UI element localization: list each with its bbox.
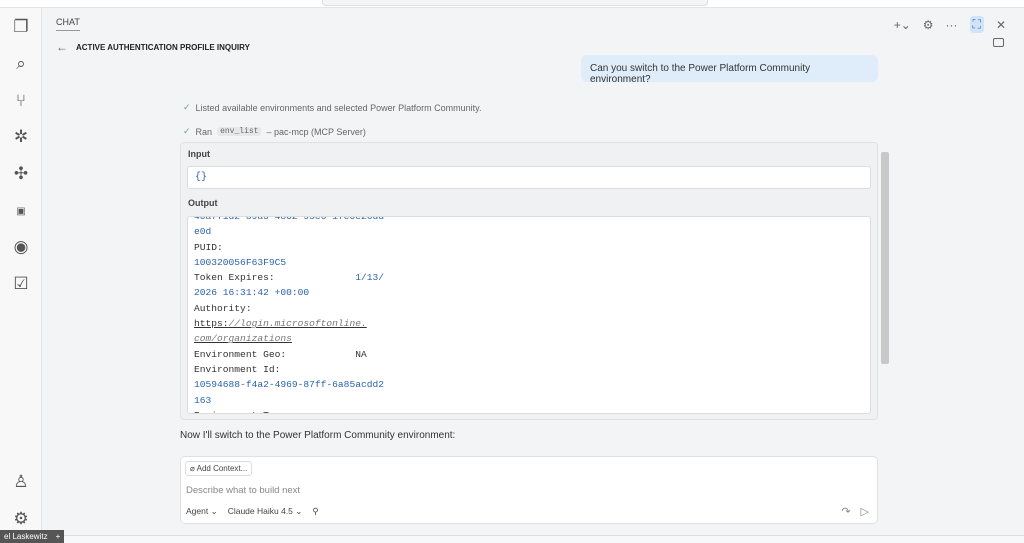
output-line: Authority:: [194, 302, 252, 314]
output-line: 2026 16:31:42 +00:00: [194, 287, 310, 299]
output-line: 10594688-f4a2-4969-87ff-6a85acdd2: [194, 379, 384, 391]
output-line: https://login.microsoftonline.: [194, 316, 384, 331]
input-label: Input: [188, 149, 210, 159]
maximize-icon[interactable]: ⛶: [969, 16, 984, 33]
new-chat-plus-icon[interactable]: +⌄: [894, 18, 911, 32]
output-line: 40a771d2-89a5-4802-95c6-17c0e26dd: [194, 216, 384, 222]
user-message: Can you switch to the Power Platform Com…: [581, 55, 878, 85]
status-bar: [0, 535, 1024, 543]
command-center-search[interactable]: [322, 0, 708, 6]
mode-label: Agent: [186, 506, 209, 516]
send-icon[interactable]: ▷: [861, 505, 869, 518]
testing-icon[interactable]: ☑: [10, 273, 32, 295]
output-line: com/organizations: [194, 331, 384, 346]
step-prefix: Ran: [195, 126, 213, 137]
output-label: Output: [188, 198, 218, 208]
gear-icon[interactable]: ⚙: [923, 18, 934, 32]
check-icon: ✓: [183, 126, 191, 136]
output-line: Environment Type:: [194, 408, 384, 413]
output-line: e0d: [194, 226, 212, 238]
session-title: ACTIVE AUTHENTICATION PROFILE INQUIRY: [76, 42, 250, 52]
github-icon[interactable]: ◉: [10, 236, 32, 258]
debug-icon[interactable]: ✲: [10, 126, 32, 148]
output-line: Environment Geo: NA: [194, 348, 367, 360]
chat-input[interactable]: Describe what to build next: [186, 485, 300, 496]
devtools-icon[interactable]: ▣: [10, 200, 32, 222]
assistant-message: Now I'll switch to the Power Platform Co…: [180, 430, 456, 441]
account-icon[interactable]: ♙: [10, 471, 32, 493]
back-arrow-icon[interactable]: ←: [56, 40, 68, 54]
output-line: PUID:: [194, 241, 223, 253]
output-line: Token Expires: 1/13/: [194, 272, 384, 284]
user-overlay: el Laskewitz +: [0, 530, 65, 543]
chat-title-bar: ← ACTIVE AUTHENTICATION PROFILE INQUIRY: [56, 40, 250, 54]
activity-bar: ❐ ⌕ ⑂ ✲ ✣ ▣ ◉ ☑ ♙ ⚙: [0, 8, 42, 535]
chat-tab[interactable]: CHAT: [56, 17, 80, 31]
step-listed: ✓ Listed available environments and sele…: [183, 102, 482, 113]
toggle-panel-icon[interactable]: [993, 38, 1004, 47]
source-control-icon[interactable]: ⑂: [10, 90, 32, 112]
tool-input: {}: [187, 166, 871, 189]
authority-link[interactable]: https://login.microsoftonline.: [194, 318, 367, 329]
extensions-icon[interactable]: ✣: [10, 163, 32, 185]
output-line: 163: [194, 394, 212, 406]
add-context-label: Add Context...: [196, 464, 248, 473]
output-line: Environment Id:: [194, 363, 281, 375]
tool-call-details: Input {} Output 40a771d2-89a5-4802-95c6-…: [180, 142, 878, 420]
check-icon: ✓: [183, 102, 191, 112]
model-picker[interactable]: Claude Haiku 4.5 ⌄: [228, 506, 303, 517]
tool-name: env_list: [217, 127, 262, 136]
more-icon[interactable]: ···: [946, 18, 958, 32]
chat-toolbar: +⌄ ⚙ ··· ⛶ ✕: [894, 16, 1006, 33]
close-icon[interactable]: ✕: [996, 18, 1006, 32]
tools-icon[interactable]: ⚲: [312, 506, 318, 517]
step-text: Listed available environments and select…: [195, 102, 482, 113]
window-top-strip: [0, 0, 1024, 8]
search-icon[interactable]: ⌕: [10, 53, 32, 75]
paperclip-icon: ⌀: [190, 464, 197, 473]
authority-link[interactable]: com/organizations: [194, 333, 292, 344]
explorer-icon[interactable]: ❐: [10, 16, 32, 38]
chat-composer: ⌀ Add Context... Describe what to build …: [180, 456, 878, 524]
mode-picker[interactable]: Agent ⌄: [186, 506, 218, 517]
step-ran-tool[interactable]: ✓ Ran env_list – pac-mcp (MCP Server): [183, 126, 366, 137]
model-label: Claude Haiku 4.5: [227, 506, 293, 516]
step-suffix: – pac-mcp (MCP Server): [266, 126, 366, 137]
output-scrollbar[interactable]: [881, 152, 889, 364]
settings-gear-icon[interactable]: ⚙: [10, 508, 32, 530]
tool-output[interactable]: 40a771d2-89a5-4802-95c6-17c0e26dd e0d PUID…: [187, 216, 871, 414]
add-context-button[interactable]: ⌀ Add Context...: [185, 461, 253, 476]
plus-icon[interactable]: +: [56, 532, 61, 541]
user-name: el Laskewitz: [4, 532, 48, 541]
redo-icon[interactable]: ↷: [841, 505, 850, 518]
output-line: 100320056F63F9C5: [194, 256, 287, 268]
